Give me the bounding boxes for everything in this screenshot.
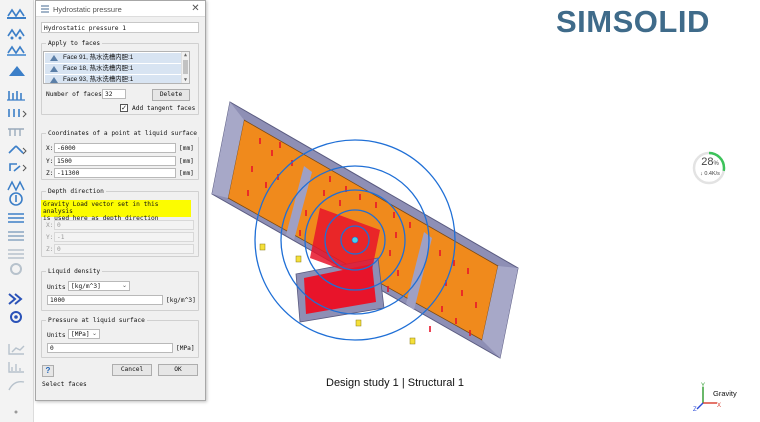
face-icon [50, 55, 58, 61]
face-item-label: Face 18, 热水洗槽内胆:1 [63, 65, 134, 72]
scroll-up-icon[interactable]: ▲ [183, 52, 188, 58]
solution-settings-icon[interactable] [6, 310, 28, 324]
depth-direction-heading: Depth direction [46, 188, 106, 195]
depth-z-label: Z: [46, 246, 54, 253]
surface-point-marker [351, 236, 359, 244]
y-coord-field[interactable]: 1500 [54, 156, 176, 166]
z-coord-label: Z: [46, 170, 54, 177]
status-text: Select faces [42, 381, 87, 388]
add-tangent-checkbox[interactable]: ✓ [120, 104, 128, 112]
chevron-down-icon: ⌄ [121, 282, 127, 289]
dialog-title: Hydrostatic pressure [53, 5, 122, 14]
depth-x-field: 0 [54, 220, 194, 230]
hydrostatic-icon[interactable] [6, 228, 28, 242]
expand-toolbar-icon[interactable] [6, 405, 28, 419]
add-tangent-label: Add tangent faces [132, 105, 196, 112]
distributed-load-icon[interactable] [6, 125, 28, 139]
stack-icon[interactable] [6, 246, 28, 260]
model-viewport[interactable] [200, 90, 530, 360]
results-plot-icon[interactable] [6, 342, 28, 356]
solve-icon[interactable] [6, 292, 28, 306]
depth-note: Gravity Load vector set in this analysis… [41, 200, 191, 222]
face-list-item[interactable]: Face 91, 热水洗槽内胆:1 [45, 53, 182, 63]
load-name-field[interactable]: Hydrostatic pressure 1 [41, 22, 199, 33]
y-coord-label: Y: [46, 158, 54, 165]
pressure-surface-heading: Pressure at liquid surface [46, 317, 147, 324]
help-button[interactable]: ? [42, 365, 54, 377]
pressure-unit-label: [MPa] [176, 345, 195, 352]
pressure-units-value: [MPa] [71, 331, 90, 338]
number-of-faces-label: Number of faces [46, 91, 102, 98]
liquid-density-group: Liquid density [41, 268, 199, 311]
cancel-button[interactable]: Cancel [112, 364, 152, 376]
x-coord-field[interactable]: -6000 [54, 143, 176, 153]
sliding-support-icon[interactable] [6, 26, 28, 40]
face-list[interactable]: Face 91, 热水洗槽内胆:1 Face 18, 热水洗槽内胆:1 Face… [43, 51, 190, 84]
hinge-support-icon[interactable] [6, 43, 28, 57]
left-toolbar [0, 0, 34, 422]
coordinates-heading: Coordinates of a point at liquid surface [46, 130, 200, 137]
support-more-icon[interactable] [6, 64, 28, 78]
depth-z-field: 0 [54, 244, 194, 254]
fixed-support-icon[interactable] [6, 6, 28, 20]
apply-to-faces-heading: Apply to faces [46, 40, 103, 47]
pressure-value-field[interactable]: 0 [47, 343, 173, 353]
y-unit-label: [mm] [179, 158, 194, 165]
results-chart-icon[interactable] [6, 360, 28, 374]
chevron-down-icon: ⌄ [91, 330, 97, 337]
study-label: Design study 1 | Structural 1 [326, 377, 464, 389]
pressure-units-label: Units [47, 332, 66, 339]
scroll-down-icon[interactable]: ▼ [183, 77, 188, 83]
settings-icon[interactable] [6, 262, 28, 276]
gravity-icon[interactable] [6, 192, 28, 206]
ok-button[interactable]: OK [158, 364, 198, 376]
face-item-label: Face 91, 热水洗槽内胆:1 [63, 54, 134, 61]
depth-note-line-1: Gravity Load vector set in this analysis [43, 201, 159, 215]
bolt-preload-icon[interactable] [6, 178, 28, 192]
simsolid-logo: SIMSOLID [556, 4, 710, 39]
scrollbar-thumb[interactable] [183, 60, 188, 74]
x-coord-label: X: [46, 145, 54, 152]
moment-icon[interactable] [6, 160, 28, 174]
depth-x-label: X: [46, 222, 54, 229]
pressure-icon[interactable] [6, 106, 28, 120]
density-units-value: [kg/m^3] [71, 283, 101, 290]
close-icon[interactable]: ✕ [190, 3, 201, 14]
hydrostatic-pressure-dialog: Hydrostatic pressure ✕ Hydrostatic press… [35, 0, 206, 401]
liquid-density-heading: Liquid density [46, 268, 103, 275]
face-list-item[interactable]: Face 18, 热水洗槽内胆:1 [45, 64, 182, 74]
progress-percent-sign: % [713, 161, 719, 167]
face-list-scrollbar[interactable]: ▲ ▼ [181, 52, 189, 83]
delete-button[interactable]: Delete [152, 89, 190, 101]
hydrostatic-pressure-icon [41, 5, 49, 13]
depth-y-label: Y: [46, 234, 54, 241]
progress-percent: 28% [696, 156, 724, 168]
density-value-field[interactable]: 1000 [47, 295, 163, 305]
face-icon [50, 66, 58, 72]
face-icon [50, 77, 58, 83]
force-icon[interactable] [6, 88, 28, 102]
depth-y-field: -1 [54, 232, 194, 242]
pressure-units-select[interactable]: [MPa] ⌄ [68, 329, 100, 339]
bearing-load-icon[interactable] [6, 143, 28, 157]
thermal-load-icon[interactable] [6, 210, 28, 224]
dialog-titlebar[interactable]: Hydrostatic pressure ✕ [36, 1, 205, 17]
x-unit-label: [mm] [179, 145, 194, 152]
progress-rate: ↓ 0.4K/s [700, 171, 720, 177]
z-unit-label: [mm] [179, 170, 194, 177]
density-units-select[interactable]: [kg/m^3] ⌄ [68, 281, 130, 291]
number-of-faces-field: 32 [102, 89, 126, 99]
face-list-item[interactable]: Face 93, 热水洗槽内胆:1 [45, 75, 182, 83]
z-coord-field[interactable]: -11300 [54, 168, 176, 178]
progress-percent-value: 28 [701, 156, 714, 168]
results-curve-icon[interactable] [6, 378, 28, 392]
triad-z-label: Z [693, 407, 697, 411]
gravity-label: Gravity [713, 389, 737, 398]
triad-x-label: X [717, 403, 721, 409]
density-units-label: Units [47, 284, 66, 291]
face-item-label: Face 93, 热水洗槽内胆:1 [63, 76, 134, 83]
density-unit-label: [kg/m^3] [166, 297, 196, 304]
triad-y-label: Y [701, 383, 705, 389]
